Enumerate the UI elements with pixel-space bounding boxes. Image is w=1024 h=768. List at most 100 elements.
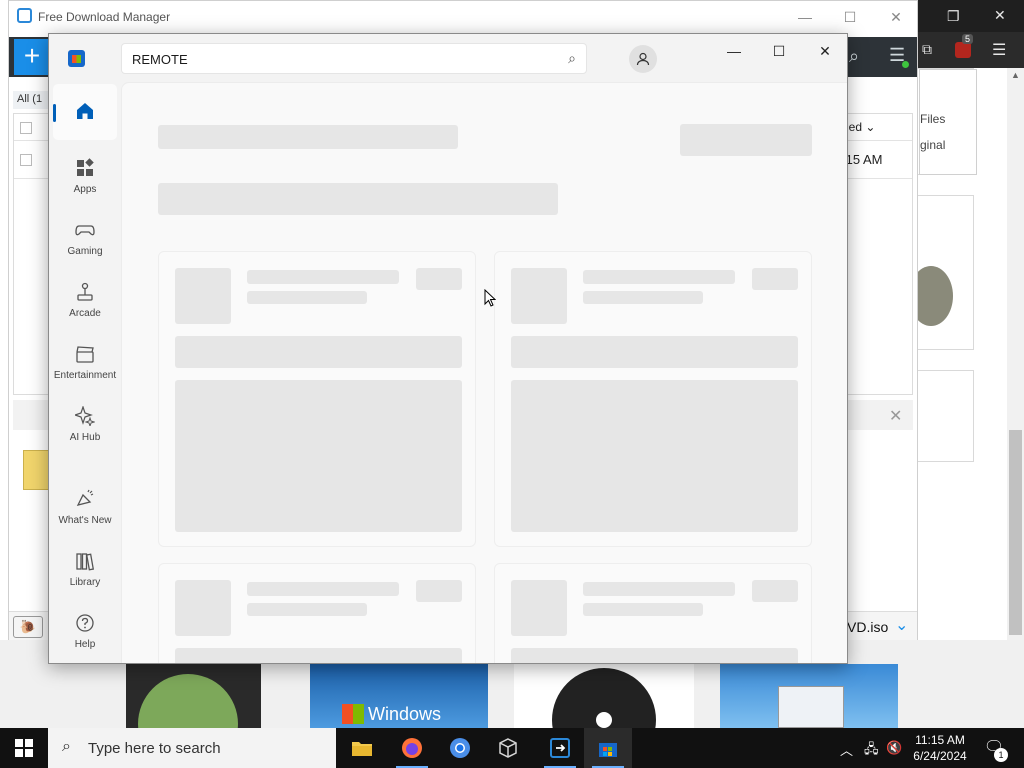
search-results-area (121, 82, 847, 663)
microsoft-store-icon[interactable] (584, 728, 632, 768)
help-icon (74, 613, 96, 635)
original-label: ginal (920, 138, 946, 152)
taskbar: ⌕ Type here to search ︿ 🖧 🔇 11:15 AM 6/2… (0, 728, 1024, 768)
sidebar-item-ai-hub[interactable]: AI Hub (53, 398, 117, 454)
chevron-up-icon[interactable]: ︿ (840, 740, 853, 759)
skeleton-filter-bar (158, 183, 558, 215)
notification-count: 1 (994, 748, 1008, 762)
menu-icon[interactable]: ☰ (992, 40, 1006, 60)
skeleton-app-icon (511, 268, 567, 324)
search-icon: ⌕ (62, 738, 71, 755)
browser-titlebar: ❐ ✕ (917, 0, 1024, 32)
product-image-windows[interactable]: Windows (310, 664, 488, 728)
search-icon[interactable]: ⌕ (568, 50, 576, 67)
minimize-icon[interactable]: — (719, 40, 749, 62)
maximize-icon[interactable]: ☐ (840, 7, 860, 27)
clock-time: 11:15 AM (915, 733, 965, 747)
sidebar-item-home[interactable] (53, 84, 117, 140)
home-icon (74, 101, 96, 123)
product-image-installer[interactable] (720, 664, 898, 728)
library-icon (74, 551, 96, 573)
sidebar-item-label: Arcade (69, 308, 101, 319)
clock-date: 6/24/2024 (913, 749, 967, 763)
skeleton-app-icon (175, 268, 231, 324)
status-dot (902, 61, 909, 68)
mouse-cursor-icon (484, 289, 496, 307)
search-icon[interactable]: ⌕ (849, 46, 859, 67)
joystick-icon (74, 282, 96, 304)
ublock-icon[interactable] (955, 42, 971, 58)
system-clock[interactable]: 11:15 AM 6/24/2024 (905, 732, 975, 764)
files-label: Files (920, 112, 946, 126)
file-name: VD.iso (847, 619, 889, 635)
restore-icon[interactable]: ❐ (947, 8, 960, 25)
search-placeholder: Type here to search (88, 740, 221, 757)
clapperboard-icon (74, 344, 96, 366)
sidebar-item-label: Apps (73, 184, 97, 195)
skeleton-card (494, 563, 812, 663)
sidebar-item-arcade[interactable]: Arcade (53, 274, 117, 330)
select-all-checkbox[interactable] (20, 122, 32, 134)
product-image-os-disc[interactable] (514, 664, 694, 768)
minimize-icon[interactable]: — (795, 7, 815, 27)
apps-icon (74, 158, 96, 180)
add-download-button[interactable]: + (14, 39, 50, 75)
close-icon[interactable]: ✕ (810, 40, 840, 62)
file-explorer-icon[interactable] (338, 728, 386, 768)
sidebar-item-whats-new[interactable]: What's New (53, 481, 117, 537)
volume-muted-icon[interactable]: 🔇 (886, 740, 902, 756)
browser-toolbar: ⧉ 5 ☰ (917, 32, 1024, 68)
page-card (917, 370, 974, 462)
close-icon[interactable]: ✕ (994, 7, 1006, 24)
start-button[interactable] (0, 728, 48, 768)
windows-banner-text: Windows (368, 704, 442, 724)
search-box[interactable]: ⌕ (121, 43, 587, 74)
sidebar-item-label: Library (69, 577, 101, 588)
skeleton-filter-button (680, 124, 812, 156)
fdm-titlebar: Free Download Manager — ☐ ✕ (9, 1, 917, 33)
sidebar-item-entertainment[interactable]: Entertainment (53, 336, 117, 392)
fdm-title: Free Download Manager (38, 10, 171, 24)
skeleton-app-icon (511, 580, 567, 636)
extension-badge: 5 (962, 34, 974, 44)
chevron-down-icon[interactable]: ⌄ (895, 615, 908, 635)
row-time: :15 AM (842, 152, 883, 167)
maximize-icon[interactable]: ☐ (764, 40, 794, 62)
page-card (909, 195, 974, 350)
sidebar-item-label: Gaming (67, 246, 103, 257)
sidebar-item-gaming[interactable]: Gaming (53, 212, 117, 268)
skeleton-card (158, 251, 476, 547)
search-input[interactable] (132, 50, 552, 68)
skeleton-app-icon (175, 580, 231, 636)
scrollbar-thumb[interactable] (1009, 430, 1022, 635)
sidebar-item-library[interactable]: Library (53, 543, 117, 599)
windows-logo-icon (342, 704, 364, 724)
sidebar-item-help[interactable]: Help (53, 605, 117, 661)
sidebar-item-label: What's New (58, 515, 112, 526)
taskbar-search[interactable]: ⌕ Type here to search (48, 728, 336, 768)
virtualbox-icon[interactable] (484, 728, 532, 768)
row-checkbox[interactable] (20, 154, 32, 166)
firefox-icon[interactable] (388, 728, 436, 768)
megaphone-icon (74, 489, 96, 511)
side-card: Files ginal (919, 69, 977, 175)
skeleton-title (158, 125, 458, 149)
fdm-logo-icon (17, 8, 32, 23)
store-sidebar: Apps Gaming Arcade Entertainment AI Hub (49, 82, 121, 663)
close-icon[interactable]: ✕ (889, 406, 902, 426)
sparkle-icon (73, 405, 96, 428)
tab-all[interactable]: All (1 (13, 91, 49, 109)
sidebar-item-label: AI Hub (69, 432, 101, 443)
fdm-taskbar-icon[interactable] (536, 728, 584, 768)
sidebar-item-label: Help (74, 639, 96, 650)
product-image-disc[interactable] (126, 664, 261, 768)
skeleton-screenshot (175, 380, 462, 532)
snail-mode-icon[interactable]: 🐌 (13, 616, 43, 638)
chrome-icon[interactable] (436, 728, 484, 768)
sidebar-item-label: Entertainment (53, 370, 117, 381)
extensions-icon[interactable]: ⧉ (922, 41, 932, 58)
sidebar-item-apps[interactable]: Apps (53, 150, 117, 206)
close-icon[interactable]: ✕ (886, 7, 906, 27)
profile-icon[interactable] (629, 45, 657, 73)
network-icon[interactable]: 🖧 (864, 740, 879, 762)
